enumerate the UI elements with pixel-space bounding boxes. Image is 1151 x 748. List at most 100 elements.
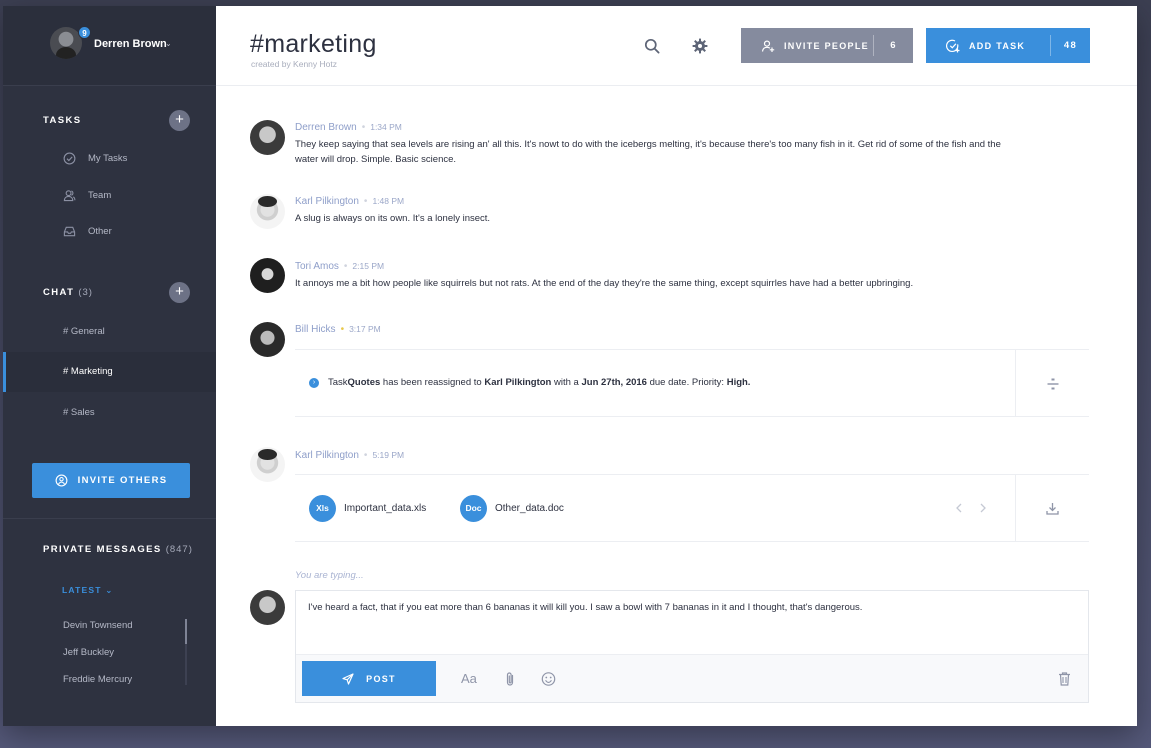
pm-item-jeff-buckley[interactable]: Jeff Buckley <box>63 647 114 658</box>
message-author[interactable]: Tori Amos <box>295 261 339 272</box>
file-attachment[interactable]: Xls Important_data.xls <box>309 495 426 522</box>
message-meta: Bill Hicks • 3:17 PM <box>295 324 381 335</box>
separator-dot: • <box>363 450 368 461</box>
private-messages-title: PRIVATE MESSAGES (847) <box>43 544 193 555</box>
sidebar-item-my-tasks[interactable]: My Tasks <box>63 150 127 166</box>
message-meta: Karl Pilkington • 5:19 PM <box>295 450 404 461</box>
channel-creator: created by Kenny Hotz <box>251 59 337 69</box>
separator-dot: • <box>363 196 368 207</box>
check-circle-icon <box>63 152 76 164</box>
separator-dot: • <box>340 324 345 335</box>
message-text: They keep saying that sea levels are ris… <box>295 139 1001 165</box>
file-name[interactable]: Other_data.doc <box>495 503 564 514</box>
invite-others-button[interactable]: INVITE OTHERS <box>32 463 190 498</box>
sidebar-item-other[interactable]: Other <box>63 223 112 239</box>
latest-dropdown[interactable]: LATEST ⌄ <box>62 585 114 596</box>
pm-title-text: PRIVATE MESSAGES <box>43 544 162 555</box>
chevron-right-icon[interactable] <box>979 503 987 513</box>
avatar[interactable] <box>250 194 285 229</box>
add-task-count: 48 <box>1050 35 1090 56</box>
task-priority: High. <box>726 377 751 388</box>
separator-dot: • <box>361 122 366 133</box>
inbox-icon <box>63 226 76 236</box>
invite-others-label: INVITE OTHERS <box>77 475 168 486</box>
chat-title: CHAT (3) <box>43 287 93 298</box>
sidebar: 9 Derren Brown ⌄ TASKS + My Tasks Team O… <box>3 6 216 726</box>
task-notice: › Task Quotes has been reassigned to Kar… <box>309 377 750 388</box>
message-input[interactable]: I've heard a fact, that if you eat more … <box>308 602 862 613</box>
user-header[interactable]: 9 Derren Brown ⌄ <box>3 6 216 86</box>
page-title: #marketing <box>250 30 377 58</box>
separator-dot: • <box>343 261 348 272</box>
message-time: 1:48 PM <box>372 196 405 206</box>
pm-scrollbar-thumb[interactable] <box>185 619 187 644</box>
sidebar-divider <box>3 518 216 519</box>
pm-item-devin-townsend[interactable]: Devin Townsend <box>63 620 133 631</box>
trash-icon[interactable] <box>1058 671 1071 687</box>
paperclip-icon[interactable] <box>504 671 516 687</box>
invite-people-label: INVITE PEOPLE <box>784 40 869 51</box>
task-assignee[interactable]: Karl Pilkington <box>484 377 551 388</box>
message-time: 2:15 PM <box>352 261 385 271</box>
chat-title-text: CHAT <box>43 287 75 298</box>
user-circle-icon <box>55 474 68 487</box>
avatar[interactable] <box>250 258 285 293</box>
message-meta: Karl Pilkington • 1:48 PM <box>295 196 404 207</box>
message-author[interactable]: Karl Pilkington <box>295 196 359 207</box>
file-name[interactable]: Important_data.xls <box>344 503 426 514</box>
message-composer: I've heard a fact, that if you eat more … <box>295 590 1089 703</box>
add-chat-plus-button[interactable]: + <box>169 282 190 303</box>
user-name[interactable]: Derren Brown <box>94 38 167 50</box>
sidebar-item-marketing[interactable]: # Marketing <box>3 352 216 392</box>
sidebar-item-sales[interactable]: # Sales <box>3 393 216 433</box>
post-button[interactable]: POST <box>302 661 436 696</box>
download-icon[interactable] <box>1046 502 1059 515</box>
sidebar-item-label: My Tasks <box>88 152 128 164</box>
chevron-down-icon[interactable]: ⌄ <box>165 39 172 48</box>
task-text-3: with a <box>551 377 582 388</box>
message-author[interactable]: Bill Hicks <box>295 324 336 335</box>
send-icon <box>342 672 354 685</box>
composer-toolbar: POST Aa <box>296 654 1088 702</box>
typing-indicator: You are typing... <box>295 570 364 581</box>
message-author[interactable]: Karl Pilkington <box>295 450 359 461</box>
current-user-avatar[interactable] <box>250 590 285 625</box>
message-text: A slug is always on its own. It's a lone… <box>295 213 491 224</box>
search-icon[interactable] <box>644 38 660 54</box>
chevron-left-icon[interactable] <box>955 503 963 513</box>
check-plus-icon <box>946 39 960 52</box>
sidebar-item-team[interactable]: Team <box>63 187 111 203</box>
sidebar-item-label: Other <box>88 225 112 237</box>
avatar[interactable] <box>250 120 285 155</box>
message-meta: Derren Brown • 1:34 PM <box>295 122 402 133</box>
team-icon <box>63 189 76 201</box>
chevron-right-icon: › <box>309 377 319 388</box>
file-attachment[interactable]: Doc Other_data.doc <box>460 495 564 522</box>
message-time: 5:19 PM <box>372 450 405 460</box>
emoji-icon[interactable] <box>541 671 556 687</box>
message-author[interactable]: Derren Brown <box>295 122 357 133</box>
avatar[interactable] <box>250 447 285 482</box>
add-task-label: ADD TASK <box>969 40 1026 51</box>
task-name[interactable]: Quotes <box>348 377 381 388</box>
sidebar-item-general[interactable]: # General <box>3 312 216 352</box>
split-icon[interactable] <box>1047 378 1059 390</box>
add-task-button[interactable]: ADD TASK 48 <box>926 28 1090 63</box>
invite-people-button[interactable]: INVITE PEOPLE 6 <box>741 28 913 63</box>
tasks-title: TASKS <box>43 115 82 126</box>
app-window: 9 Derren Brown ⌄ TASKS + My Tasks Team O… <box>3 6 1137 726</box>
file-type-badge: Doc <box>460 495 487 522</box>
task-text-1: Task <box>328 377 348 388</box>
pm-item-freddie-mercury[interactable]: Freddie Mercury <box>63 674 132 685</box>
gear-icon[interactable] <box>692 38 708 54</box>
task-text-2: has been reassigned to <box>380 377 485 388</box>
invite-people-count: 6 <box>873 35 913 56</box>
message-meta: Tori Amos • 2:15 PM <box>295 261 384 272</box>
chat-count: (3) <box>78 287 93 298</box>
message-time: 3:17 PM <box>349 324 381 334</box>
add-task-plus-button[interactable]: + <box>169 110 190 131</box>
latest-label: LATEST <box>62 585 102 595</box>
task-card-actions <box>1015 350 1089 416</box>
avatar[interactable] <box>250 322 285 357</box>
font-format-icon[interactable]: Aa <box>461 671 477 687</box>
